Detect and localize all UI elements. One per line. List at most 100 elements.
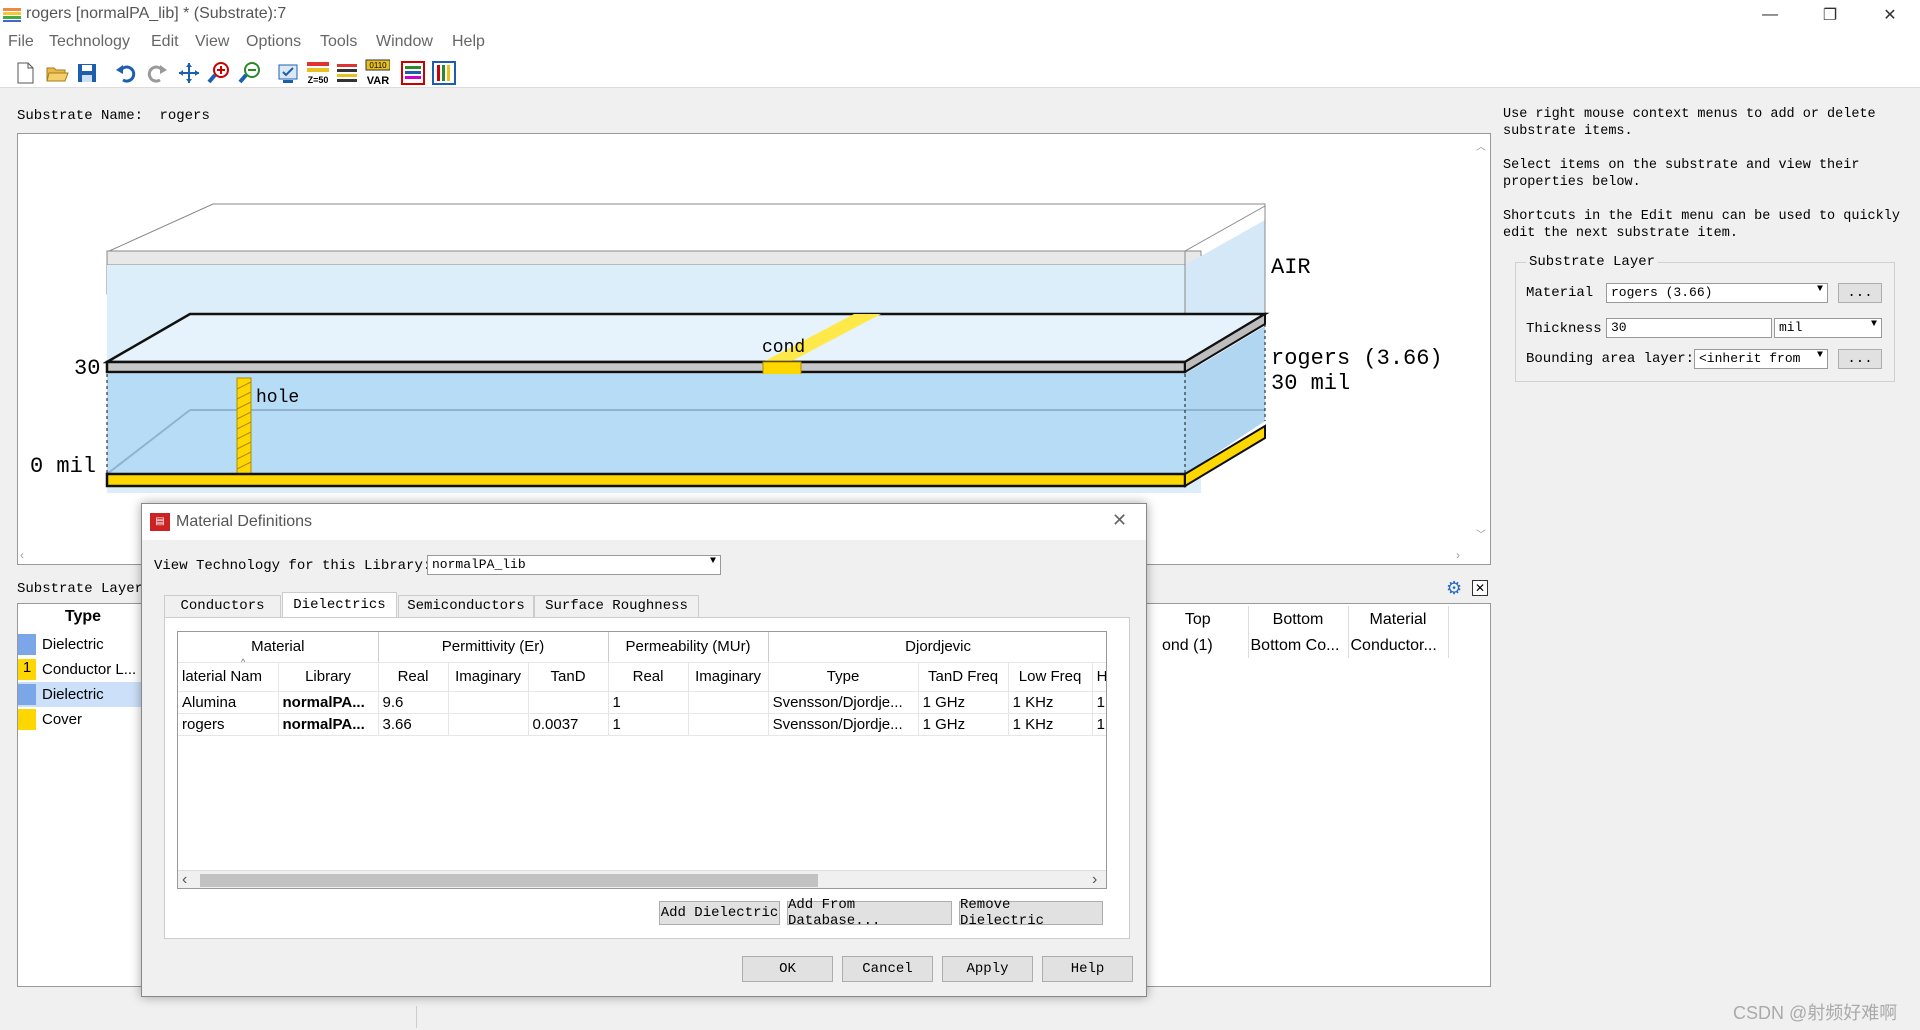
tab-semiconductors[interactable]: Semiconductors [398, 595, 534, 617]
cell[interactable]: normalPA... [278, 691, 379, 714]
cell[interactable]: 1 KHz [1008, 713, 1093, 736]
pan-icon[interactable] [176, 60, 202, 86]
bounding-area-select[interactable]: <inherit from ▼ [1694, 349, 1828, 369]
scroll-right-icon[interactable]: › [1092, 871, 1097, 888]
top-cell[interactable]: ond (1) [1148, 633, 1249, 658]
restore-button[interactable]: ❐ [1800, 0, 1860, 30]
material-browse-button[interactable]: ... [1838, 283, 1882, 303]
tab-surface-roughness[interactable]: Surface Roughness [534, 595, 699, 617]
check-icon[interactable] [275, 60, 301, 86]
col-mur-imaginary[interactable]: Imaginary [688, 662, 769, 692]
bounding-browse-button[interactable]: ... [1838, 349, 1882, 369]
layer-row[interactable]: 1 Conductor L... [18, 657, 148, 682]
menu-edit[interactable]: Edit [151, 33, 179, 51]
layer-color-swatch [18, 684, 36, 705]
cell[interactable] [448, 713, 529, 736]
col-er-imaginary[interactable]: Imaginary [448, 662, 529, 692]
menu-help[interactable]: Help [452, 33, 485, 51]
col-library[interactable]: Library [278, 662, 379, 692]
layers-icon[interactable] [334, 60, 360, 86]
scroll-right-icon[interactable]: › [1456, 548, 1470, 562]
cell[interactable]: 1 GHz [918, 691, 1009, 714]
cell[interactable] [448, 691, 529, 714]
cell[interactable] [688, 713, 769, 736]
remove-dielectric-button[interactable]: Remove Dielectric [959, 897, 1103, 929]
dialog-close-icon[interactable]: ✕ [1112, 510, 1127, 531]
menu-tools[interactable]: Tools [320, 33, 357, 51]
scrollbar-thumb[interactable] [200, 874, 818, 887]
tab-dielectrics[interactable]: Dielectrics [282, 592, 397, 618]
variables-icon[interactable]: 0110 VAR [364, 59, 390, 87]
col-low-freq[interactable]: Low Freq [1008, 662, 1093, 692]
cell[interactable]: 0.0037 [528, 713, 609, 736]
cell[interactable] [688, 691, 769, 714]
layer-row-selected[interactable]: Dielectric [18, 682, 148, 707]
zoom-in-icon[interactable] [206, 60, 232, 86]
material-cell[interactable]: Conductor... [1348, 633, 1449, 658]
scroll-left-icon[interactable]: ‹ [182, 871, 187, 888]
redo-icon[interactable] [144, 60, 170, 86]
table-row[interactable]: Alumina normalPA... 9.6 1 Svensson/Djord… [178, 691, 1106, 714]
settings-gear-icon[interactable]: ⚙ [1446, 578, 1462, 599]
impedance-icon[interactable]: Z=50 [305, 60, 331, 86]
layer-row[interactable]: Dielectric [18, 632, 148, 657]
cell[interactable]: rogers [178, 713, 279, 736]
menu-view[interactable]: View [195, 33, 229, 51]
apply-button[interactable]: Apply [942, 956, 1033, 982]
thickness-unit-select[interactable]: mil ▼ [1774, 318, 1882, 338]
cell[interactable] [528, 691, 609, 714]
cell[interactable]: Svensson/Djordje... [768, 691, 919, 714]
save-icon[interactable] [74, 60, 100, 86]
undo-icon[interactable] [113, 60, 139, 86]
material-select[interactable]: rogers (3.66) ▼ [1606, 283, 1828, 303]
zoom-fit-icon[interactable] [237, 60, 263, 86]
substrate-view[interactable]: AIR 30 0 mil cond hole rogers (3.66) 30 … [17, 133, 1491, 565]
close-button[interactable]: ✕ [1860, 0, 1920, 30]
cell[interactable]: 3.66 [378, 713, 449, 736]
cancel-button[interactable]: Cancel [842, 956, 933, 982]
cell[interactable]: 1 [1092, 691, 1106, 714]
horizontal-scrollbar[interactable]: ‹ › [178, 870, 1106, 888]
stack-blue-icon[interactable] [431, 60, 457, 86]
layer-row[interactable]: Cover [18, 707, 148, 732]
menu-technology[interactable]: Technology [49, 33, 130, 51]
cell[interactable]: 1 [608, 691, 689, 714]
col-high-freq[interactable]: H [1092, 662, 1106, 692]
open-folder-icon[interactable] [44, 60, 70, 86]
layer-type: Conductor L... [42, 661, 137, 678]
minimize-button[interactable]: — [1740, 0, 1800, 30]
add-dielectric-button[interactable]: Add Dielectric [659, 901, 780, 925]
add-from-database-button[interactable]: Add From Database... [787, 897, 952, 929]
cell[interactable]: Alumina [178, 691, 279, 714]
new-file-icon[interactable] [12, 60, 38, 86]
cell[interactable]: normalPA... [278, 713, 379, 736]
col-tand[interactable]: TanD [528, 662, 609, 692]
table-row[interactable]: rogers normalPA... 3.66 0.0037 1 Svensso… [178, 713, 1106, 736]
col-tand-freq[interactable]: TanD Freq [918, 662, 1009, 692]
cell[interactable]: Svensson/Djordje... [768, 713, 919, 736]
scroll-left-icon[interactable]: ‹ [20, 548, 34, 562]
col-type[interactable]: Type [768, 662, 919, 692]
cell[interactable]: 1 GHz [918, 713, 1009, 736]
cell[interactable]: 1 [1092, 713, 1106, 736]
thickness-input[interactable]: 30 [1606, 318, 1772, 338]
dielectrics-tab-panel: Material Permittivity (Er) Permeability … [164, 617, 1130, 939]
col-mur-real[interactable]: Real [608, 662, 689, 692]
help-button[interactable]: Help [1042, 956, 1133, 982]
cell[interactable]: 1 KHz [1008, 691, 1093, 714]
cell[interactable]: 9.6 [378, 691, 449, 714]
stack-red-icon[interactable] [400, 60, 426, 86]
bottom-cell[interactable]: Bottom Co... [1248, 633, 1349, 658]
scroll-up-icon[interactable]: ︿ [1474, 138, 1488, 153]
menu-file[interactable]: File [8, 33, 34, 51]
ok-button[interactable]: OK [742, 956, 833, 982]
menu-window[interactable]: Window [376, 33, 433, 51]
menu-options[interactable]: Options [246, 33, 301, 51]
col-material-name[interactable]: laterial Nam [178, 662, 279, 692]
tab-conductors[interactable]: Conductors [164, 595, 281, 617]
panel-close-icon[interactable]: ✕ [1472, 580, 1488, 596]
cell[interactable]: 1 [608, 713, 689, 736]
view-tech-select[interactable]: normalPA_lib ▼ [427, 555, 721, 575]
scroll-down-icon[interactable]: ﹀ [1474, 526, 1488, 541]
col-er-real[interactable]: Real [378, 662, 449, 692]
